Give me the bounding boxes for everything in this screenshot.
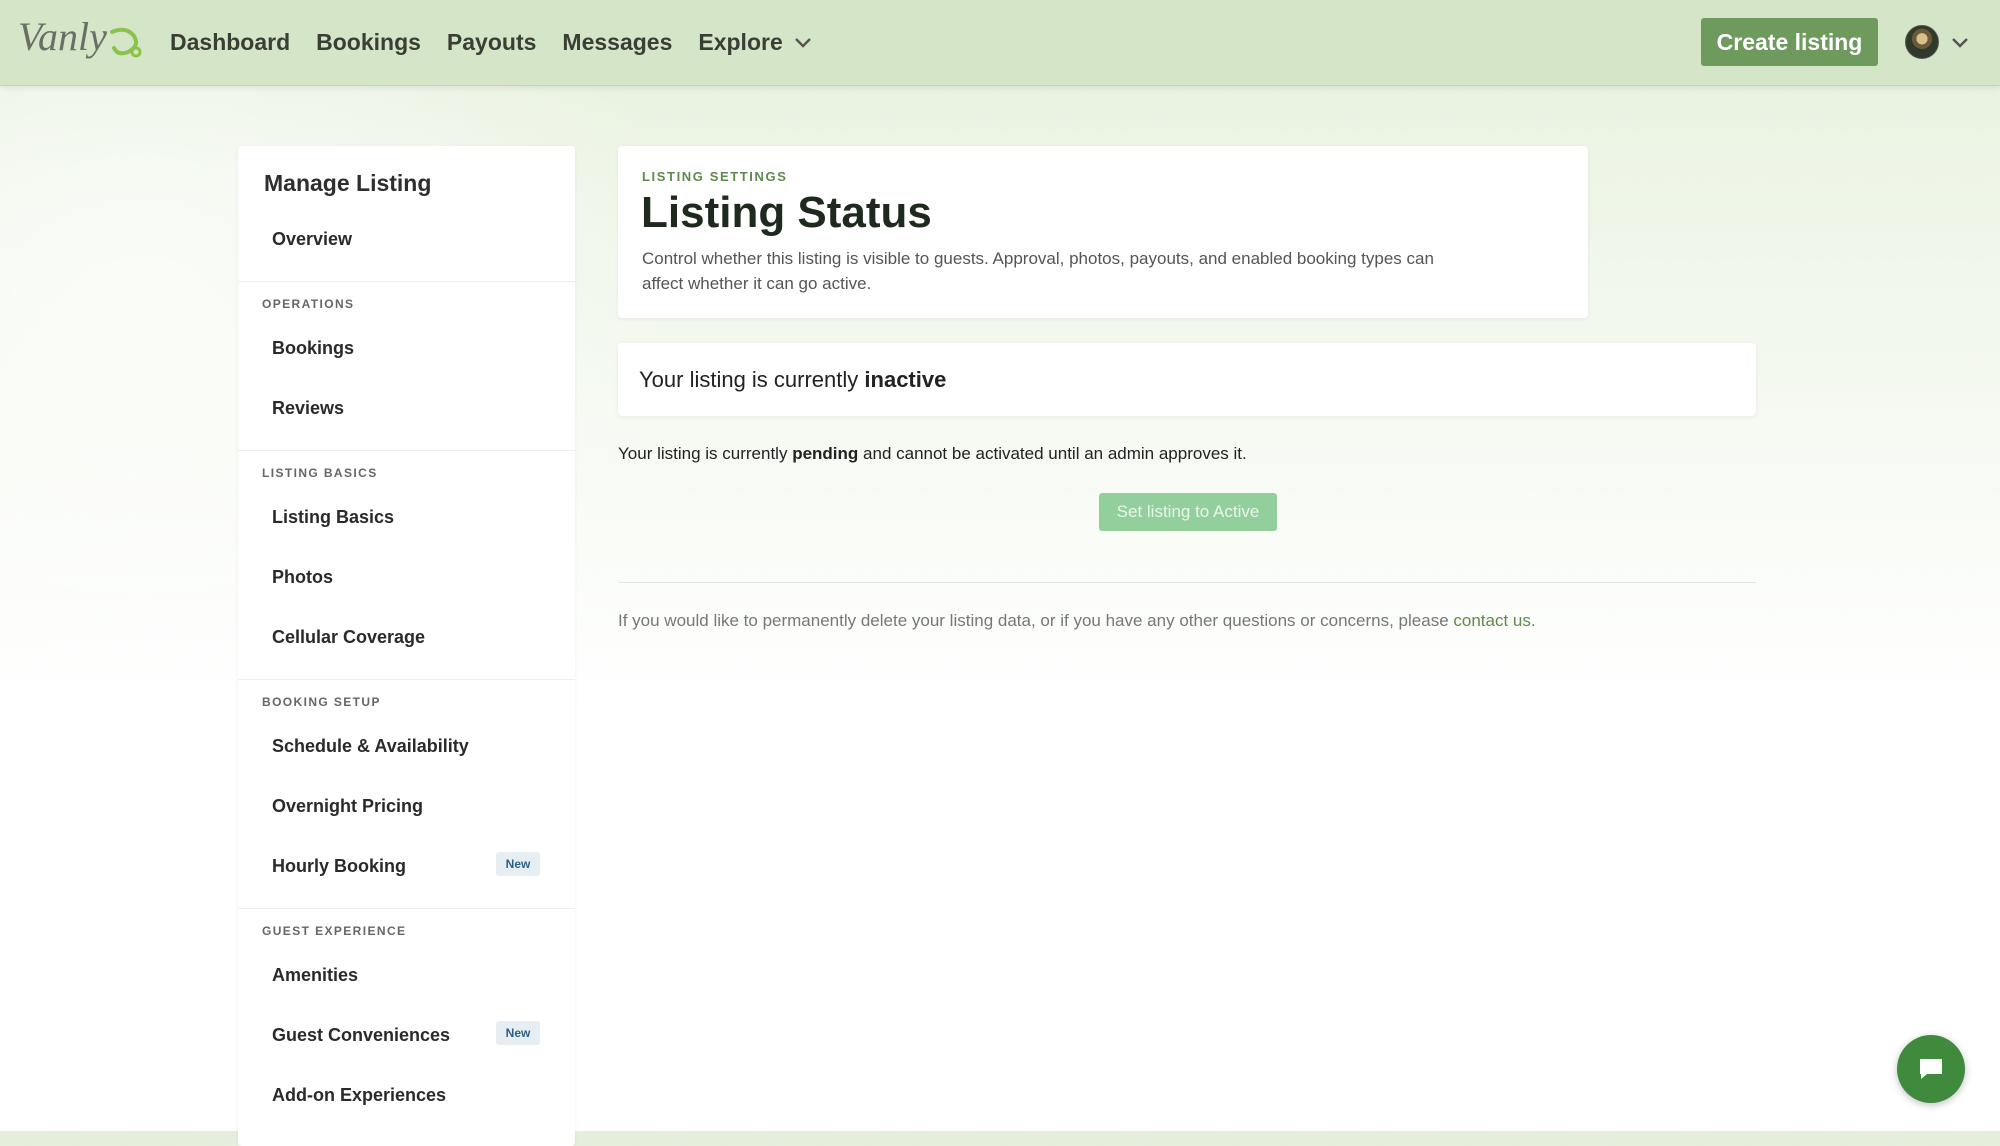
section-booking-setup: BOOKING SETUP [262,695,381,709]
status-value: inactive [864,366,947,392]
section-guest-experience: GUEST EXPERIENCE [262,924,407,938]
divider [238,281,575,282]
set-listing-active-button[interactable]: Set listing to Active [1099,493,1277,531]
listing-settings-header: LISTING SETTINGS Listing Status Control … [618,146,1588,318]
section-operations: OPERATIONS [262,297,355,311]
sidebar-item-schedule-availability[interactable]: Schedule & Availability [272,736,469,757]
chat-icon [1920,1059,1942,1079]
contact-us-link[interactable]: contact us [1453,611,1531,630]
sidebar-item-hourly-booking[interactable]: Hourly Booking [272,856,406,877]
new-badge: New [496,852,540,876]
main-nav: Dashboard Bookings Payouts Messages Expl… [170,0,839,84]
sidebar-item-photos[interactable]: Photos [272,567,333,588]
pending-value: pending [792,444,859,463]
divider [238,679,575,680]
new-badge: New [496,1021,540,1045]
nav-explore[interactable]: Explore [698,29,812,56]
nav-dashboard-label: Dashboard [170,28,291,55]
footer-text: If you would like to permanently delete … [618,611,1449,630]
create-listing-button[interactable]: Create listing [1701,18,1878,66]
divider [238,908,575,909]
logo-text: Vanly [18,14,107,59]
listing-status-card: Your listing is currently inactive [618,343,1756,416]
nav-dashboard[interactable]: Dashboard [170,29,290,56]
sidebar-title: Manage Listing [264,170,432,196]
sidebar-item-add-on-experiences[interactable]: Add-on Experiences [272,1085,446,1106]
nav-bookings-label: Bookings [316,28,421,55]
chevron-down-icon [794,38,811,48]
section-listing-basics: LISTING BASICS [262,466,378,480]
eyebrow-label: LISTING SETTINGS [642,169,788,184]
vanly-logo[interactable]: Vanly [16,12,146,66]
sidebar-item-listing-basics[interactable]: Listing Basics [272,507,394,528]
nav-messages-label: Messages [562,28,673,55]
nav-messages[interactable]: Messages [562,29,672,56]
nav-payouts[interactable]: Payouts [447,29,536,56]
nav-payouts-label: Payouts [446,28,537,55]
sidebar-item-overview[interactable]: Overview [272,229,352,250]
manage-listing-sidebar: Manage Listing Overview OPERATIONS Booki… [238,146,575,1146]
sidebar-item-cellular-coverage[interactable]: Cellular Coverage [272,627,425,648]
footer-end: . [1530,611,1536,630]
nav-bookings[interactable]: Bookings [316,29,421,56]
footer-note: If you would like to permanently delete … [618,611,1536,631]
page-title: Listing Status [641,188,932,237]
status-text: Your listing is currently inactive [639,367,946,393]
sidebar-item-reviews[interactable]: Reviews [272,398,344,419]
chevron-down-icon[interactable] [1950,32,1970,52]
status-prefix: Your listing is currently [639,366,859,392]
sidebar-item-guest-conveniences[interactable]: Guest Conveniences [272,1025,450,1046]
pending-message: Your listing is currently pending and ca… [618,444,1247,464]
divider [618,582,1756,583]
sidebar-item-amenities[interactable]: Amenities [272,965,358,986]
pending-prefix: Your listing is currently [618,444,788,463]
nav-explore-label: Explore [698,28,783,55]
pending-suffix: and cannot be activated until an admin a… [863,444,1247,463]
page-description: Control whether this listing is visible … [642,249,1434,293]
sidebar-item-overnight-pricing[interactable]: Overnight Pricing [272,796,423,817]
chat-button[interactable] [1897,1035,1965,1103]
divider [238,450,575,451]
top-navigation-bar: Vanly Dashboard Bookings Payouts Message… [0,0,2000,86]
avatar[interactable] [1905,25,1939,59]
sidebar-item-bookings[interactable]: Bookings [272,338,354,359]
